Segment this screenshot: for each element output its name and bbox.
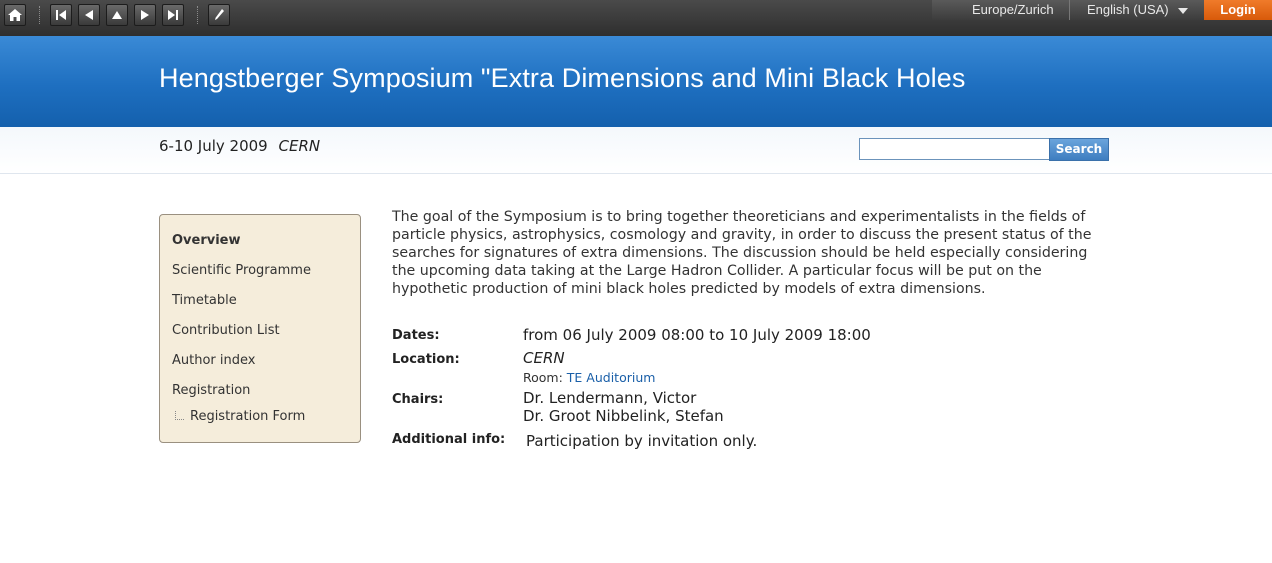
additional-info-label: Additional info: xyxy=(392,432,506,447)
chevron-down-icon xyxy=(1178,7,1189,14)
arrow-left-icon xyxy=(85,10,93,20)
location-value: CERN xyxy=(523,349,565,367)
previous-event-button[interactable] xyxy=(78,4,100,26)
dates-value: from 06 July 2009 08:00 to 10 July 2009 … xyxy=(523,326,871,344)
event-description: The goal of the Symposium is to bring to… xyxy=(392,209,1092,297)
dates-label: Dates: xyxy=(392,328,440,343)
room-info: Room: TE Auditorium xyxy=(523,370,655,385)
room-label: Room: xyxy=(523,370,563,385)
up-category-button[interactable] xyxy=(106,4,128,26)
location-label: Location: xyxy=(392,352,460,367)
event-menu: Overview Scientific Programme Timetable … xyxy=(159,214,361,443)
last-event-button[interactable] xyxy=(162,4,184,26)
timezone-selector[interactable]: Europe/Zurich xyxy=(972,0,1054,20)
chair-item: Dr. Lendermann, Victor xyxy=(523,389,697,407)
skip-first-icon xyxy=(56,10,66,20)
additional-info-value: Participation by invitation only. xyxy=(526,432,758,450)
menu-item-timetable[interactable]: Timetable xyxy=(172,293,237,308)
chairs-label: Chairs: xyxy=(392,392,444,407)
search-input[interactable] xyxy=(859,138,1051,160)
language-selector[interactable]: English (USA) xyxy=(1087,0,1189,20)
login-button[interactable]: Login xyxy=(1204,0,1272,20)
event-location: CERN xyxy=(278,137,321,155)
next-event-button[interactable] xyxy=(134,4,156,26)
tree-connector xyxy=(175,411,184,420)
date-range: 6-10 July 2009 xyxy=(159,137,268,155)
menu-item-scientific-programme[interactable]: Scientific Programme xyxy=(172,263,311,278)
pencil-icon xyxy=(215,9,224,20)
language-label: English (USA) xyxy=(1087,2,1169,17)
chair-item: Dr. Groot Nibbelink, Stefan xyxy=(523,407,724,425)
arrow-right-icon xyxy=(141,10,149,20)
menu-item-registration[interactable]: Registration xyxy=(172,383,250,398)
toolbar-separator xyxy=(197,6,198,24)
edit-button[interactable] xyxy=(208,4,230,26)
event-subheader: 6-10 July 2009 CERN Search xyxy=(0,127,1272,174)
event-title: Hengstberger Symposium "Extra Dimensions… xyxy=(159,63,966,93)
toolbar-separator xyxy=(39,6,40,24)
home-button[interactable] xyxy=(4,4,26,26)
menu-item-registration-form[interactable]: Registration Form xyxy=(190,409,305,424)
search-button[interactable]: Search xyxy=(1049,138,1109,161)
menu-item-contribution-list[interactable]: Contribution List xyxy=(172,323,280,338)
skip-last-icon xyxy=(168,10,178,20)
home-icon xyxy=(8,9,22,21)
room-link[interactable]: TE Auditorium xyxy=(567,370,656,385)
event-dates: 6-10 July 2009 CERN xyxy=(159,137,320,155)
event-header: Hengstberger Symposium "Extra Dimensions… xyxy=(0,36,1272,127)
first-event-button[interactable] xyxy=(50,4,72,26)
menu-item-author-index[interactable]: Author index xyxy=(172,353,255,368)
session-divider xyxy=(1069,0,1070,20)
top-toolbar: Europe/Zurich English (USA) Login xyxy=(0,0,1272,36)
arrow-up-icon xyxy=(112,11,122,19)
menu-item-overview[interactable]: Overview xyxy=(172,233,241,248)
